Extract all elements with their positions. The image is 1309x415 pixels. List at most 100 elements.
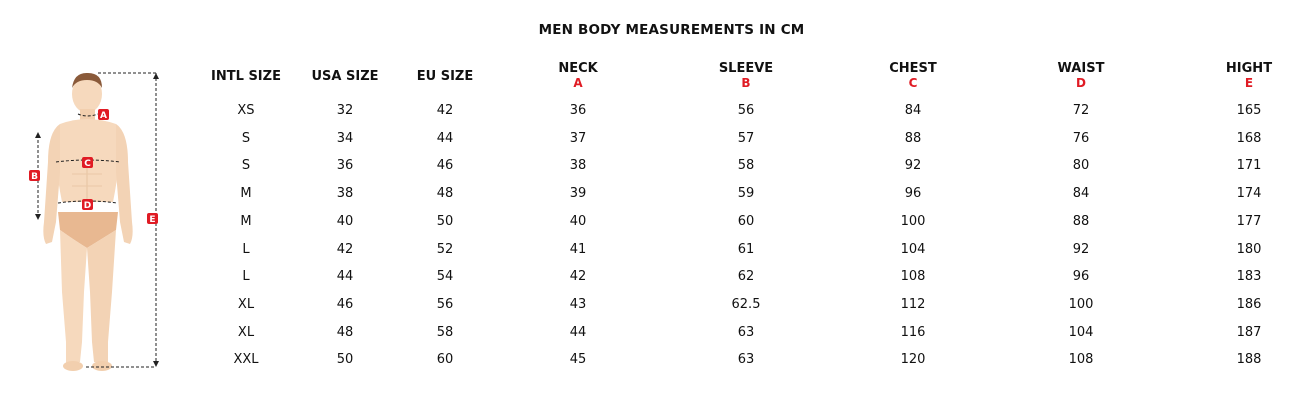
column-header-label: EU SIZE: [416, 69, 474, 84]
table-cell: 183: [1236, 269, 1262, 285]
column-header-label: INTL SIZE: [211, 69, 281, 84]
column-header-label: SLEEVE: [718, 61, 774, 76]
table-cell: 44: [336, 269, 354, 285]
table-cell: 76: [1072, 130, 1090, 146]
table-cell: 58: [737, 158, 755, 174]
svg-text:C: C: [84, 159, 91, 169]
table-cell: 92: [904, 158, 922, 174]
table-cell: M: [240, 186, 252, 202]
table-cell: 63: [737, 324, 755, 340]
table-cell: M: [240, 213, 252, 229]
table-cell: L: [242, 241, 250, 257]
table-cell: 63: [737, 352, 755, 368]
column-header-waist: WAIST D: [1021, 61, 1141, 91]
table-cell: 34: [336, 130, 354, 146]
svg-text:B: B: [31, 172, 38, 182]
table-cell: 43: [569, 296, 587, 312]
svg-text:E: E: [149, 215, 155, 225]
column-header-eu-size: EU SIZE: [385, 69, 505, 84]
table-cell: XL: [237, 296, 255, 312]
marker-e: E: [147, 213, 158, 225]
table-cell: 120: [900, 352, 926, 368]
table-cell: 88: [1072, 213, 1090, 229]
column-header-code: E: [1244, 76, 1254, 90]
table-cell: 36: [569, 103, 587, 118]
table-cell: 168: [1236, 130, 1262, 146]
table-cell: 187: [1236, 324, 1262, 340]
column-header-code: B: [741, 76, 751, 90]
table-cell: 96: [904, 186, 922, 202]
table-cell: 104: [1068, 324, 1094, 340]
table-cell: 38: [336, 186, 354, 202]
table-cell: 39: [569, 186, 587, 202]
table-cell: XS: [237, 103, 255, 118]
table-cell: XXL: [233, 352, 259, 368]
table-cell: 59: [737, 186, 755, 202]
table-cell: 48: [336, 324, 354, 340]
table-cell: 48: [436, 186, 454, 202]
table-cell: 46: [436, 158, 454, 174]
column-header-label: USA SIZE: [311, 69, 379, 84]
table-cell: 57: [737, 130, 755, 146]
body-silhouette: [43, 72, 133, 371]
column-header-label: NECK: [558, 61, 598, 76]
table-cell: 50: [436, 213, 454, 229]
table-cell: 42: [436, 103, 454, 118]
column-header-hight: HIGHT E: [1189, 61, 1309, 91]
table-cell: 72: [1072, 103, 1090, 118]
table-cell: 36: [336, 158, 354, 174]
column-header-code: A: [573, 76, 583, 90]
column-header-code: C: [908, 76, 918, 90]
table-cell: 80: [1072, 158, 1090, 174]
column-header-label: WAIST: [1057, 61, 1105, 76]
table-cell: 108: [900, 269, 926, 285]
table-cell: 38: [569, 158, 587, 174]
table-cell: 62: [737, 269, 755, 285]
table-cell: 186: [1236, 296, 1262, 312]
table-cell: S: [241, 158, 251, 174]
column-header-sleeve: SLEEVE B: [686, 61, 806, 91]
table-cell: 40: [569, 213, 587, 229]
column-header-label: CHEST: [889, 61, 937, 76]
table-cell: 62.5: [731, 296, 761, 312]
table-cell: 188: [1236, 352, 1262, 368]
table-cell: 116: [900, 324, 926, 340]
table-cell: 32: [336, 103, 354, 118]
table-cell: 56: [436, 296, 454, 312]
page-title: MEN BODY MEASUREMENTS IN CM: [538, 22, 805, 38]
table-cell: S: [241, 130, 251, 146]
table-cell: 104: [900, 241, 926, 257]
table-cell: 100: [900, 213, 926, 229]
table-cell: 58: [436, 324, 454, 340]
table-cell: 46: [336, 296, 354, 312]
table-cell: 42: [336, 241, 354, 257]
table-cell: 108: [1068, 352, 1094, 368]
table-cell: 42: [569, 269, 587, 285]
table-cell: 44: [436, 130, 454, 146]
table-cell: 41: [569, 241, 587, 257]
svg-text:D: D: [84, 201, 91, 211]
table-cell: 165: [1236, 103, 1262, 118]
table-cell: 54: [436, 269, 454, 285]
table-cell: 96: [1072, 269, 1090, 285]
table-cell: 40: [336, 213, 354, 229]
marker-b: B: [29, 170, 40, 182]
body-figure: A B C D E: [29, 72, 159, 371]
table-cell: 37: [569, 130, 587, 146]
table-cell: 60: [436, 352, 454, 368]
column-header-label: HIGHT: [1225, 61, 1273, 76]
table-cell: 180: [1236, 241, 1262, 257]
table-cell: 44: [569, 324, 587, 340]
table-cell: 100: [1068, 296, 1094, 312]
svg-text:A: A: [100, 111, 107, 121]
table-cell: 50: [336, 352, 354, 368]
table-cell: 56: [737, 103, 755, 118]
table-cell: 60: [737, 213, 755, 229]
marker-c: C: [82, 157, 93, 169]
column-header-chest: CHEST C: [853, 61, 973, 91]
marker-a: A: [98, 109, 109, 121]
table-cell: L: [242, 269, 250, 285]
table-cell: XL: [237, 324, 255, 340]
marker-d: D: [82, 199, 93, 211]
table-cell: 92: [1072, 241, 1090, 257]
